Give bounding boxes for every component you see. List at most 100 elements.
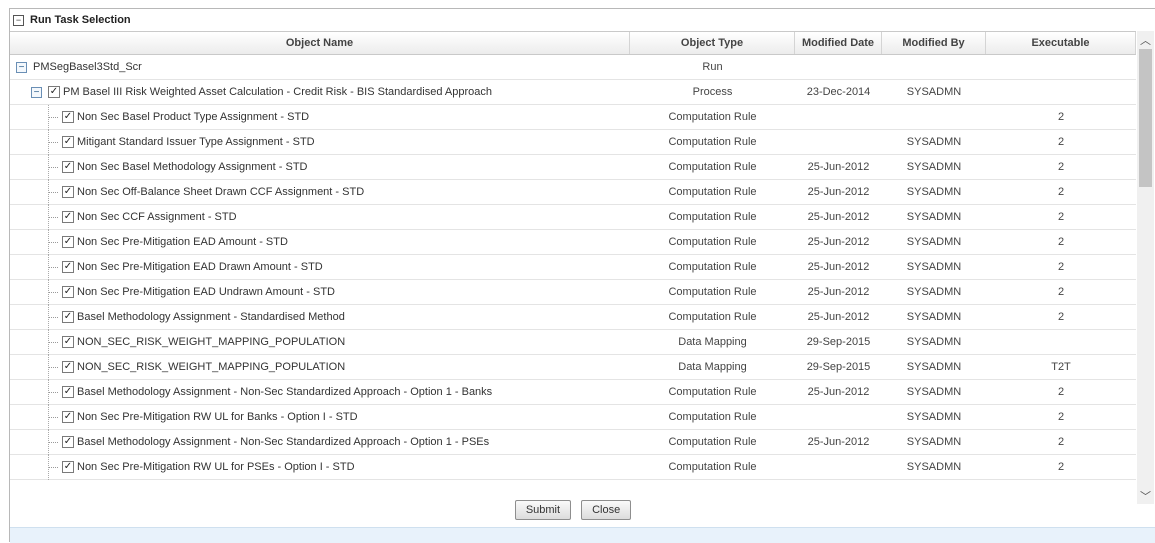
tree-connector: [49, 216, 58, 218]
tree-connector: [49, 341, 58, 343]
close-button[interactable]: Close: [581, 500, 632, 520]
task-checkbox[interactable]: ✓: [62, 336, 74, 348]
task-executable: 2: [1057, 111, 1065, 123]
task-modified-by: SYSADMN: [906, 186, 962, 198]
task-type: Computation Rule: [668, 436, 757, 448]
task-executable: 2: [1057, 261, 1065, 273]
task-executable: 2: [1057, 311, 1065, 323]
task-modified-by: SYSADMN: [906, 436, 962, 448]
task-checkbox[interactable]: ✓: [62, 361, 74, 373]
task-checkbox[interactable]: ✓: [62, 461, 74, 473]
task-checkbox[interactable]: ✓: [62, 261, 74, 273]
task-row: ✓ Non Sec Pre-Mitigation RW UL for Banks…: [10, 404, 1136, 430]
tree-connector: [49, 166, 58, 168]
vertical-scrollbar[interactable]: ︿ ﹀: [1137, 31, 1154, 504]
task-modified-date: 25-Jun-2012: [807, 286, 870, 298]
task-executable: 2: [1057, 436, 1065, 448]
run-name: PMSegBasel3Std_Scr: [33, 61, 142, 73]
task-row: ✓ Basel Methodology Assignment - Non-Sec…: [10, 429, 1136, 455]
scrollbar-thumb[interactable]: [1139, 49, 1152, 187]
task-checkbox[interactable]: ✓: [62, 111, 74, 123]
task-checkbox[interactable]: ✓: [62, 311, 74, 323]
collapse-run-icon[interactable]: −: [16, 61, 27, 73]
collapse-process-icon[interactable]: −: [31, 86, 42, 98]
task-modified-date: 29-Sep-2015: [806, 361, 871, 373]
tree-connector: [49, 266, 58, 268]
column-header-modified-by[interactable]: Modified By: [882, 32, 986, 54]
task-checkbox[interactable]: ✓: [62, 386, 74, 398]
task-row: ✓ NON_SEC_RISK_WEIGHT_MAPPING_POPULATION…: [10, 354, 1136, 380]
task-modified-by: SYSADMN: [906, 461, 962, 473]
task-checkbox[interactable]: ✓: [62, 186, 74, 198]
tree-connector: [49, 141, 58, 143]
task-name: Mitigant Standard Issuer Type Assignment…: [77, 136, 315, 148]
column-header-executable[interactable]: Executable: [986, 32, 1136, 54]
task-row: ✓ Non Sec Pre-Mitigation EAD Undrawn Amo…: [10, 279, 1136, 305]
task-checkbox[interactable]: ✓: [62, 236, 74, 248]
task-executable: 2: [1057, 236, 1065, 248]
tree-connector: [49, 366, 58, 368]
task-modified-by: SYSADMN: [906, 261, 962, 273]
tree-connector: [49, 391, 58, 393]
task-name: Non Sec Pre-Mitigation EAD Amount - STD: [77, 236, 288, 248]
task-name: Non Sec Pre-Mitigation RW UL for Banks -…: [77, 411, 358, 423]
task-checkbox[interactable]: ✓: [62, 136, 74, 148]
task-row: ✓ NON_SEC_RISK_WEIGHT_MAPPING_POPULATION…: [10, 329, 1136, 355]
task-modified-by: SYSADMN: [906, 236, 962, 248]
task-checkbox[interactable]: ✓: [62, 411, 74, 423]
task-type: Computation Rule: [668, 411, 757, 423]
column-header-object-name[interactable]: Object Name: [10, 32, 630, 54]
process-type: Process: [692, 86, 733, 98]
task-row: ✓ Basel Methodology Assignment - Non-Sec…: [10, 379, 1136, 405]
scroll-down-icon[interactable]: ﹀: [1137, 487, 1154, 504]
collapse-panel-icon[interactable]: −: [13, 14, 24, 26]
task-name: Basel Methodology Assignment - Standardi…: [77, 311, 345, 323]
process-by: SYSADMN: [906, 86, 962, 98]
task-checkbox[interactable]: ✓: [62, 286, 74, 298]
task-type: Computation Rule: [668, 236, 757, 248]
task-name: Basel Methodology Assignment - Non-Sec S…: [77, 436, 490, 448]
tree-connector: [49, 116, 58, 118]
task-checkbox[interactable]: ✓: [62, 161, 74, 173]
task-grid: Object Name Object Type Modified Date Mo…: [10, 31, 1136, 480]
process-checkbox[interactable]: ✓: [48, 86, 60, 98]
task-checkbox[interactable]: ✓: [62, 211, 74, 223]
task-type: Computation Rule: [668, 311, 757, 323]
task-row: ✓ Non Sec CCF Assignment - STD Computati…: [10, 204, 1136, 230]
process-row: − ✓ PM Basel III Risk Weighted Asset Cal…: [10, 80, 1136, 105]
task-name: Non Sec Pre-Mitigation RW UL for PSEs - …: [77, 461, 355, 473]
task-type: Computation Rule: [668, 286, 757, 298]
action-bar: Submit Close: [10, 500, 1136, 520]
task-executable: T2T: [1051, 361, 1071, 373]
task-modified-by: SYSADMN: [906, 211, 962, 223]
footer-band: [10, 527, 1155, 543]
process-date: 23-Dec-2014: [806, 86, 871, 98]
task-type: Computation Rule: [668, 111, 757, 123]
task-type: Computation Rule: [668, 386, 757, 398]
task-modified-by: SYSADMN: [906, 161, 962, 173]
tree-connector: [49, 416, 58, 418]
task-modified-date: 25-Jun-2012: [807, 186, 870, 198]
task-name: Non Sec Pre-Mitigation EAD Drawn Amount …: [77, 261, 323, 273]
column-header-modified-date[interactable]: Modified Date: [795, 32, 882, 54]
tree-connector: [49, 466, 58, 468]
column-header-object-type[interactable]: Object Type: [630, 32, 795, 54]
submit-button[interactable]: Submit: [514, 500, 572, 520]
task-name: Non Sec Pre-Mitigation EAD Undrawn Amoun…: [77, 286, 335, 298]
task-name: Non Sec Basel Product Type Assignment - …: [77, 111, 310, 123]
task-checkbox[interactable]: ✓: [62, 436, 74, 448]
task-type: Computation Rule: [668, 161, 757, 173]
task-row: ✓ Non Sec Pre-Mitigation RW UL for PSEs …: [10, 454, 1136, 480]
task-modified-by: SYSADMN: [906, 286, 962, 298]
task-type: Computation Rule: [668, 461, 757, 473]
task-modified-date: 25-Jun-2012: [807, 211, 870, 223]
run-task-selection-panel: − Run Task Selection Object Name Object …: [9, 8, 1155, 542]
task-modified-date: 25-Jun-2012: [807, 161, 870, 173]
task-executable: 2: [1057, 136, 1065, 148]
task-name: Basel Methodology Assignment - Non-Sec S…: [77, 386, 493, 398]
task-modified-date: 25-Jun-2012: [807, 436, 870, 448]
task-executable: 2: [1057, 186, 1065, 198]
task-row: ✓ Non Sec Basel Product Type Assignment …: [10, 104, 1136, 130]
task-name: Non Sec CCF Assignment - STD: [77, 211, 237, 223]
scroll-up-icon[interactable]: ︿: [1137, 31, 1154, 48]
